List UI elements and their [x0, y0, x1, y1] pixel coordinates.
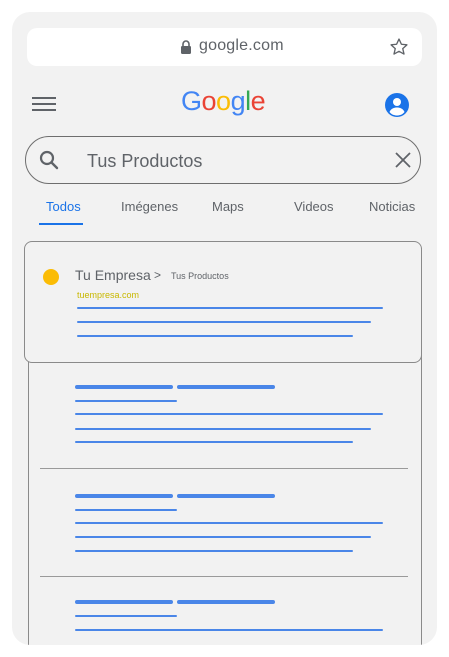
tab-imagenes[interactable]: Imégenes: [121, 199, 178, 214]
logo-letter: G: [181, 86, 202, 116]
search-input[interactable]: Tus Productos: [87, 151, 202, 172]
result-title-placeholder: [177, 385, 275, 389]
result-breadcrumb: Tus Productos: [171, 271, 229, 281]
result-title-placeholder: [177, 600, 275, 604]
result-snippet-placeholder: [75, 428, 371, 430]
featured-result-card[interactable]: Tu Empresa > Tus Productos tuempresa.com: [24, 241, 422, 363]
result-domain[interactable]: tuempresa.com: [77, 290, 139, 300]
result-snippet-placeholder: [75, 629, 383, 631]
breadcrumb-separator: >: [154, 268, 162, 282]
logo-letter: o: [201, 86, 217, 116]
result-divider: [40, 576, 408, 577]
tab-videos[interactable]: Videos: [294, 199, 334, 214]
tab-noticias[interactable]: Noticias: [369, 199, 415, 214]
result-title-placeholder: [75, 494, 173, 498]
address-text[interactable]: google.com: [199, 37, 284, 55]
result-snippet-placeholder: [75, 536, 371, 538]
result-snippet-placeholder: [75, 550, 353, 552]
result-url-placeholder: [75, 615, 177, 617]
result-snippet-placeholder: [77, 321, 371, 323]
result-title-placeholder: [75, 600, 173, 604]
star-icon[interactable]: [389, 37, 409, 62]
business-dot-icon: [43, 269, 59, 285]
close-icon[interactable]: [394, 151, 412, 174]
account-icon[interactable]: [385, 93, 409, 122]
result-snippet-placeholder: [77, 335, 353, 337]
active-tab-indicator: [39, 223, 83, 225]
menu-icon[interactable]: [32, 97, 56, 118]
search-box[interactable]: Tus Productos: [25, 136, 421, 184]
logo-letter: o: [216, 86, 231, 116]
phone-frame: google.com Google Tus Productos Todos Im…: [12, 12, 437, 645]
tab-todos[interactable]: Todos: [46, 199, 81, 214]
result-snippet-placeholder: [75, 522, 383, 524]
address-bar[interactable]: google.com: [27, 28, 422, 66]
result-title-placeholder: [75, 385, 173, 389]
result-snippet-placeholder: [75, 441, 353, 443]
result-snippet-placeholder: [77, 307, 383, 309]
result-url-placeholder: [75, 400, 177, 402]
search-icon[interactable]: [39, 150, 59, 175]
result-title-placeholder: [177, 494, 275, 498]
lock-icon: [180, 40, 192, 59]
tab-maps[interactable]: Maps: [212, 199, 244, 214]
logo-letter: g: [230, 86, 246, 116]
logo-letter: e: [250, 86, 266, 116]
result-url-placeholder: [75, 509, 177, 511]
google-logo[interactable]: Google: [181, 86, 266, 117]
result-snippet-placeholder: [75, 413, 383, 415]
result-business-name[interactable]: Tu Empresa: [75, 267, 151, 283]
result-divider: [40, 468, 408, 469]
